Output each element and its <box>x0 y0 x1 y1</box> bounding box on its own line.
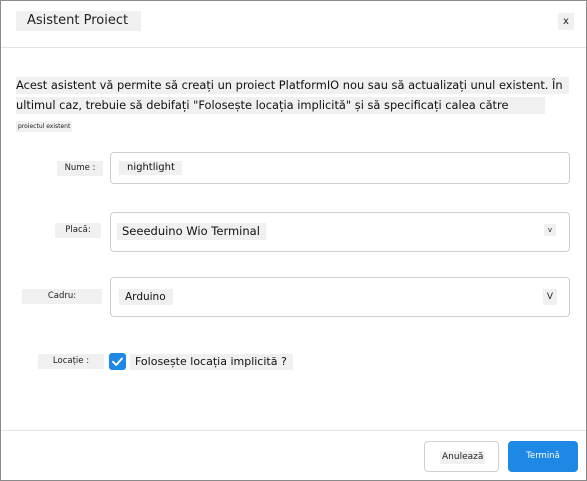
project-wizard-dialog: Asistent Proiect x Acest asistent vă per… <box>0 0 587 481</box>
dialog-header: Asistent Proiect x <box>1 1 586 48</box>
close-button[interactable]: x <box>558 13 574 30</box>
checkmark-icon <box>112 357 123 366</box>
board-select[interactable]: Seeeduino Wio Terminal v <box>110 212 570 252</box>
finish-button-label: Termină <box>526 451 560 461</box>
name-label: Nume : <box>57 161 103 176</box>
board-label: Placă: <box>55 223 101 238</box>
framework-chevron-down-icon: V <box>543 289 557 305</box>
board-chevron-down-icon: v <box>544 224 556 236</box>
name-input-value: nightlight <box>119 161 182 175</box>
framework-select[interactable]: Arduino V <box>110 277 570 317</box>
cancel-button[interactable]: Anulează <box>424 441 499 472</box>
description-line-2: ultimul caz, trebuie să debifați "Folose… <box>16 97 545 114</box>
footer-divider <box>1 430 586 431</box>
description-line-3: proiectul existent <box>16 121 73 132</box>
default-location-checkbox-label[interactable]: Folosește locația implicită ? <box>130 354 293 370</box>
board-select-value: Seeeduino Wio Terminal <box>117 223 266 240</box>
name-input[interactable]: nightlight <box>110 152 570 184</box>
cancel-button-label: Anulează <box>440 451 486 464</box>
dialog-title: Asistent Proiect <box>16 11 142 31</box>
framework-label: Cadru: <box>22 289 102 304</box>
finish-button[interactable]: Termină <box>508 441 578 472</box>
description-line-1: Acest asistent vă permite să creați un p… <box>16 77 569 94</box>
location-label: Locație : <box>38 354 104 369</box>
framework-select-value: Arduino <box>119 289 173 305</box>
default-location-checkbox[interactable] <box>109 353 126 370</box>
